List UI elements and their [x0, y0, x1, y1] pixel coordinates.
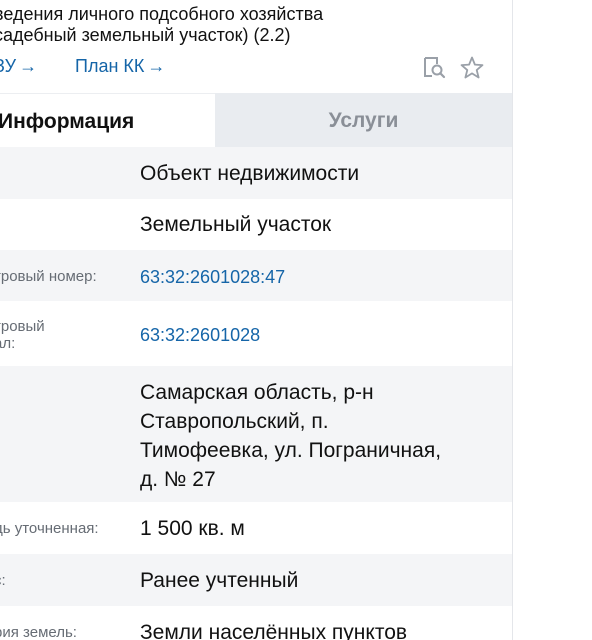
document-search-icon[interactable] — [421, 55, 447, 81]
info-rows: Объект недвижимости Земельный участок тр… — [0, 147, 512, 640]
info-row-object-type: Объект недвижимости — [0, 147, 512, 199]
info-row-cadastral-number: тровый номер: 63:32:2601028:47 — [0, 250, 512, 301]
row-label: тровый номер: — [0, 268, 97, 285]
row-value: Земельный участок — [140, 213, 332, 236]
address-line-3: Тимофеевка, ул. Пограничная, — [140, 439, 442, 462]
row-label: тровыйал: — [0, 318, 130, 352]
cadastral-quarter-link[interactable]: 63:32:2601028 — [140, 321, 490, 350]
info-row-area: дь уточненная: 1 500 кв. м — [0, 502, 512, 554]
title-line-1: ведения личного подсобного хозяйства — [0, 4, 324, 24]
cadastral-number-link[interactable]: 63:32:2601028:47 — [140, 263, 490, 292]
info-row-object-kind: Земельный участок — [0, 199, 512, 250]
object-info-panel: ведения личного подсобного хозяйства сад… — [0, 0, 513, 640]
arrow-right-icon: → — [147, 56, 166, 76]
outside-area — [513, 0, 592, 640]
tab-info[interactable]: Информация — [0, 93, 215, 147]
row-label-line-1: тровый — [0, 318, 45, 335]
info-row-cadastral-quarter: тровыйал: 63:32:2601028 — [0, 301, 512, 366]
row-value: Объект недвижимости — [140, 162, 360, 185]
arrow-right-icon: → — [19, 56, 38, 76]
address-line-4: д. № 27 — [140, 468, 216, 491]
info-tabs: Информация Услуги — [0, 93, 512, 147]
star-icon[interactable] — [459, 55, 485, 81]
row-label: дь уточненная: — [0, 520, 99, 537]
address-line-2: Ставропольский, п. — [140, 410, 329, 433]
row-label: с: — [0, 572, 6, 589]
row-value: Земли населённых пунктов — [140, 621, 408, 640]
zu-link-label: ЗУ — [0, 56, 17, 76]
title-line-2: садебный земельный участок) (2.2) — [0, 25, 291, 45]
plan-kk-link[interactable]: План КК → — [75, 56, 165, 77]
row-label: рия земель: — [0, 624, 77, 640]
tab-services[interactable]: Услуги — [215, 93, 512, 147]
plan-kk-link-label: План КК — [75, 56, 145, 76]
zu-link[interactable]: ЗУ→ — [0, 56, 37, 77]
address-value: Самарская область, р-н Ставропольский, п… — [140, 378, 490, 494]
object-title: ведения личного подсобного хозяйства сад… — [0, 4, 510, 46]
info-row-land-category: рия земель: Земли населённых пунктов — [0, 606, 512, 640]
row-value: Ранее учтенный — [140, 569, 299, 592]
row-label: : — [0, 384, 130, 401]
info-row-status: с: Ранее учтенный — [0, 554, 512, 606]
row-label-line-2: ал: — [0, 335, 16, 352]
row-value: 1 500 кв. м — [140, 517, 245, 540]
address-line-1: Самарская область, р-н — [140, 381, 374, 404]
info-row-address: : Самарская область, р-н Ставропольский,… — [0, 366, 512, 502]
